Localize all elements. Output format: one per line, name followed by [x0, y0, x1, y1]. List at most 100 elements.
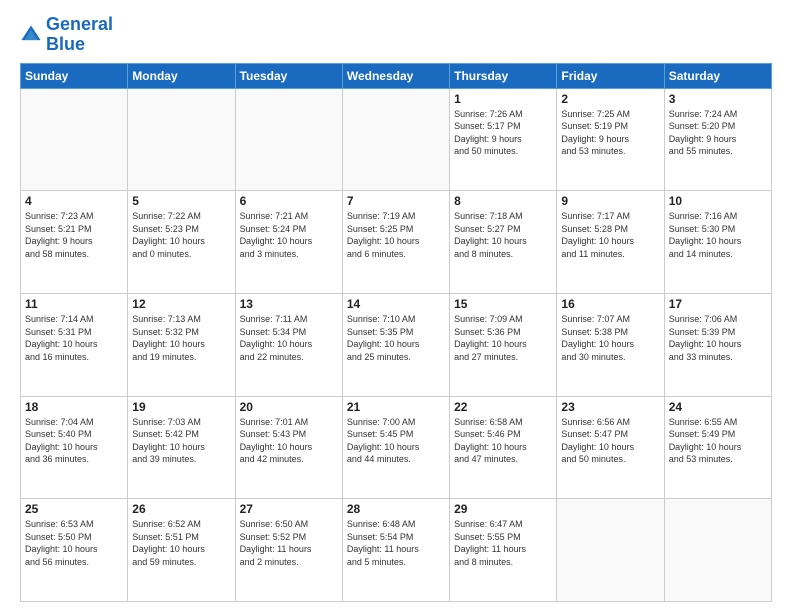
day-cell: 11 Sunrise: 7:14 AM Sunset: 5:31 PM Dayli…: [21, 293, 128, 396]
day-info: Sunrise: 7:25 AM Sunset: 5:19 PM Dayligh…: [561, 108, 659, 158]
day-number: 19: [132, 400, 230, 414]
day-cell: 25 Sunrise: 6:53 AM Sunset: 5:50 PM Dayli…: [21, 499, 128, 602]
day-info: Sunrise: 6:50 AM Sunset: 5:52 PM Dayligh…: [240, 518, 338, 568]
day-number: 12: [132, 297, 230, 311]
day-cell: [235, 88, 342, 191]
day-number: 29: [454, 502, 552, 516]
day-number: 28: [347, 502, 445, 516]
day-cell: 27 Sunrise: 6:50 AM Sunset: 5:52 PM Dayli…: [235, 499, 342, 602]
day-number: 11: [25, 297, 123, 311]
day-info: Sunrise: 7:18 AM Sunset: 5:27 PM Dayligh…: [454, 210, 552, 260]
day-number: 20: [240, 400, 338, 414]
logo: General Blue: [20, 15, 113, 55]
logo-icon: [20, 24, 42, 46]
day-number: 2: [561, 92, 659, 106]
day-cell: 22 Sunrise: 6:58 AM Sunset: 5:46 PM Dayli…: [450, 396, 557, 499]
day-cell: 3 Sunrise: 7:24 AM Sunset: 5:20 PM Daylig…: [664, 88, 771, 191]
day-header-tuesday: Tuesday: [235, 63, 342, 88]
day-cell: 19 Sunrise: 7:03 AM Sunset: 5:42 PM Dayli…: [128, 396, 235, 499]
day-number: 6: [240, 194, 338, 208]
day-cell: 9 Sunrise: 7:17 AM Sunset: 5:28 PM Daylig…: [557, 191, 664, 294]
day-info: Sunrise: 7:11 AM Sunset: 5:34 PM Dayligh…: [240, 313, 338, 363]
day-info: Sunrise: 7:22 AM Sunset: 5:23 PM Dayligh…: [132, 210, 230, 260]
week-row-4: 25 Sunrise: 6:53 AM Sunset: 5:50 PM Dayli…: [21, 499, 772, 602]
day-cell: 4 Sunrise: 7:23 AM Sunset: 5:21 PM Daylig…: [21, 191, 128, 294]
day-info: Sunrise: 6:56 AM Sunset: 5:47 PM Dayligh…: [561, 416, 659, 466]
day-cell: 16 Sunrise: 7:07 AM Sunset: 5:38 PM Dayli…: [557, 293, 664, 396]
day-number: 23: [561, 400, 659, 414]
day-cell: 13 Sunrise: 7:11 AM Sunset: 5:34 PM Dayli…: [235, 293, 342, 396]
day-cell: 26Sunrise: 6:52 AM Sunset: 5:51 PM Dayli…: [128, 499, 235, 602]
day-number: 10: [669, 194, 767, 208]
day-cell: [342, 88, 449, 191]
day-info: Sunrise: 6:55 AM Sunset: 5:49 PM Dayligh…: [669, 416, 767, 466]
day-number: 9: [561, 194, 659, 208]
day-info: Sunrise: 7:10 AM Sunset: 5:35 PM Dayligh…: [347, 313, 445, 363]
day-info: Sunrise: 6:53 AM Sunset: 5:50 PM Dayligh…: [25, 518, 123, 568]
day-info: Sunrise: 7:07 AM Sunset: 5:38 PM Dayligh…: [561, 313, 659, 363]
day-number: 21: [347, 400, 445, 414]
day-number: 26: [132, 502, 230, 516]
day-header-sunday: Sunday: [21, 63, 128, 88]
day-cell: 21 Sunrise: 7:00 AM Sunset: 5:45 PM Dayli…: [342, 396, 449, 499]
day-cell: 8Sunrise: 7:18 AM Sunset: 5:27 PM Daylig…: [450, 191, 557, 294]
day-number: 18: [25, 400, 123, 414]
day-info: Sunrise: 7:24 AM Sunset: 5:20 PM Dayligh…: [669, 108, 767, 158]
day-number: 27: [240, 502, 338, 516]
day-info: Sunrise: 7:21 AM Sunset: 5:24 PM Dayligh…: [240, 210, 338, 260]
day-cell: 6 Sunrise: 7:21 AM Sunset: 5:24 PM Daylig…: [235, 191, 342, 294]
day-number: 14: [347, 297, 445, 311]
day-cell: 1 Sunrise: 7:26 AM Sunset: 5:17 PM Daylig…: [450, 88, 557, 191]
day-header-friday: Friday: [557, 63, 664, 88]
day-number: 16: [561, 297, 659, 311]
day-number: 24: [669, 400, 767, 414]
week-row-1: 4 Sunrise: 7:23 AM Sunset: 5:21 PM Daylig…: [21, 191, 772, 294]
day-info: Sunrise: 7:19 AM Sunset: 5:25 PM Dayligh…: [347, 210, 445, 260]
day-number: 5: [132, 194, 230, 208]
day-cell: 29 Sunrise: 6:47 AM Sunset: 5:55 PM Dayli…: [450, 499, 557, 602]
day-cell: 5 Sunrise: 7:22 AM Sunset: 5:23 PM Daylig…: [128, 191, 235, 294]
day-number: 17: [669, 297, 767, 311]
day-info: Sunrise: 7:13 AM Sunset: 5:32 PM Dayligh…: [132, 313, 230, 363]
day-info: Sunrise: 7:16 AM Sunset: 5:30 PM Dayligh…: [669, 210, 767, 260]
day-cell: [128, 88, 235, 191]
day-header-thursday: Thursday: [450, 63, 557, 88]
header-row: SundayMondayTuesdayWednesdayThursdayFrid…: [21, 63, 772, 88]
header: General Blue: [20, 15, 772, 55]
week-row-0: 1 Sunrise: 7:26 AM Sunset: 5:17 PM Daylig…: [21, 88, 772, 191]
day-number: 7: [347, 194, 445, 208]
day-info: Sunrise: 7:00 AM Sunset: 5:45 PM Dayligh…: [347, 416, 445, 466]
day-number: 3: [669, 92, 767, 106]
day-cell: 20 Sunrise: 7:01 AM Sunset: 5:43 PM Dayli…: [235, 396, 342, 499]
day-info: Sunrise: 6:47 AM Sunset: 5:55 PM Dayligh…: [454, 518, 552, 568]
day-cell: 7 Sunrise: 7:19 AM Sunset: 5:25 PM Daylig…: [342, 191, 449, 294]
day-header-saturday: Saturday: [664, 63, 771, 88]
day-number: 15: [454, 297, 552, 311]
day-info: Sunrise: 7:03 AM Sunset: 5:42 PM Dayligh…: [132, 416, 230, 466]
week-row-2: 11 Sunrise: 7:14 AM Sunset: 5:31 PM Dayli…: [21, 293, 772, 396]
day-header-monday: Monday: [128, 63, 235, 88]
day-info: Sunrise: 7:14 AM Sunset: 5:31 PM Dayligh…: [25, 313, 123, 363]
day-cell: [664, 499, 771, 602]
day-info: Sunrise: 7:01 AM Sunset: 5:43 PM Dayligh…: [240, 416, 338, 466]
day-cell: [21, 88, 128, 191]
day-cell: 2 Sunrise: 7:25 AM Sunset: 5:19 PM Daylig…: [557, 88, 664, 191]
day-info: Sunrise: 7:17 AM Sunset: 5:28 PM Dayligh…: [561, 210, 659, 260]
day-info: Sunrise: 7:23 AM Sunset: 5:21 PM Dayligh…: [25, 210, 123, 260]
logo-text: General Blue: [46, 15, 113, 55]
day-header-wednesday: Wednesday: [342, 63, 449, 88]
day-number: 1: [454, 92, 552, 106]
day-cell: 23 Sunrise: 6:56 AM Sunset: 5:47 PM Dayli…: [557, 396, 664, 499]
day-cell: 28Sunrise: 6:48 AM Sunset: 5:54 PM Dayli…: [342, 499, 449, 602]
day-cell: 10 Sunrise: 7:16 AM Sunset: 5:30 PM Dayli…: [664, 191, 771, 294]
day-number: 22: [454, 400, 552, 414]
day-cell: 15Sunrise: 7:09 AM Sunset: 5:36 PM Dayli…: [450, 293, 557, 396]
day-number: 13: [240, 297, 338, 311]
day-number: 4: [25, 194, 123, 208]
day-cell: [557, 499, 664, 602]
day-info: Sunrise: 7:26 AM Sunset: 5:17 PM Dayligh…: [454, 108, 552, 158]
day-number: 25: [25, 502, 123, 516]
day-info: Sunrise: 6:58 AM Sunset: 5:46 PM Dayligh…: [454, 416, 552, 466]
day-cell: 14 Sunrise: 7:10 AM Sunset: 5:35 PM Dayli…: [342, 293, 449, 396]
day-cell: 17Sunrise: 7:06 AM Sunset: 5:39 PM Dayli…: [664, 293, 771, 396]
